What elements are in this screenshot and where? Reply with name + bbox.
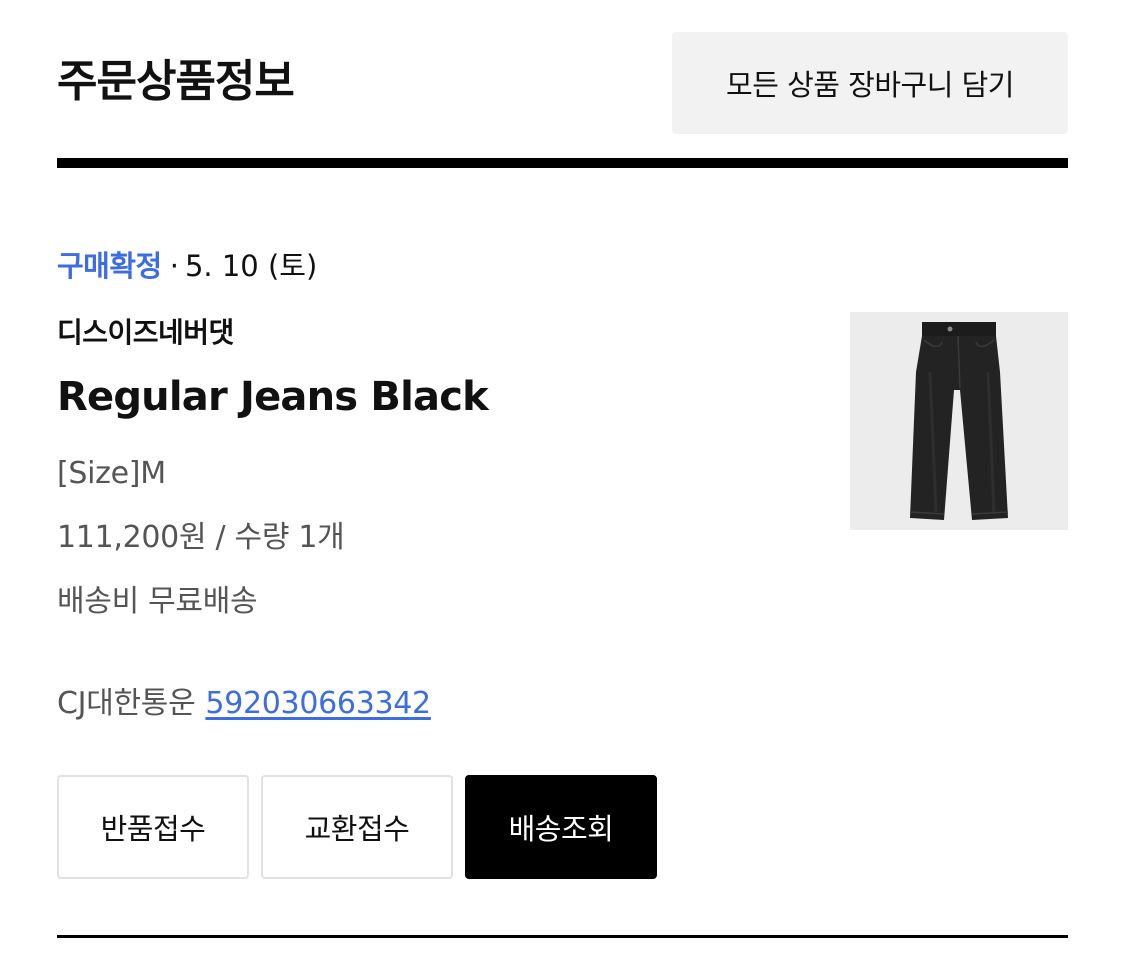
order-status-line: 구매확정 · 5. 10 (토) xyxy=(57,246,317,286)
tracking-info: CJ대한통운 592030663342 xyxy=(57,683,431,725)
shipping-fee: 배송비 무료배송 xyxy=(57,584,258,619)
order-date: 5. 10 (토) xyxy=(184,249,318,283)
status-separator: · xyxy=(169,249,179,283)
bottom-divider xyxy=(57,935,1068,938)
return-request-button[interactable]: 반품접수 xyxy=(57,775,249,879)
tracking-number-link[interactable]: 592030663342 xyxy=(205,686,431,721)
product-thumbnail[interactable] xyxy=(850,312,1068,530)
black-jeans-icon xyxy=(850,312,1068,530)
product-option: [Size]M xyxy=(57,456,166,491)
price-quantity: 111,200원 / 수량 1개 xyxy=(57,520,345,555)
track-delivery-button[interactable]: 배송조회 xyxy=(465,775,657,879)
product-name[interactable]: Regular Jeans Black xyxy=(57,370,489,424)
courier-name: CJ대한통운 xyxy=(57,686,196,721)
add-all-to-cart-button[interactable]: 모든 상품 장바구니 담기 xyxy=(672,32,1068,134)
order-status: 구매확정 xyxy=(57,249,162,283)
section-divider xyxy=(57,158,1068,168)
order-actions: 반품접수 교환접수 배송조회 xyxy=(57,775,657,879)
exchange-request-button[interactable]: 교환접수 xyxy=(261,775,453,879)
section-title: 주문상품정보 xyxy=(57,56,295,107)
brand-name[interactable]: 디스이즈네버댓 xyxy=(57,313,234,353)
